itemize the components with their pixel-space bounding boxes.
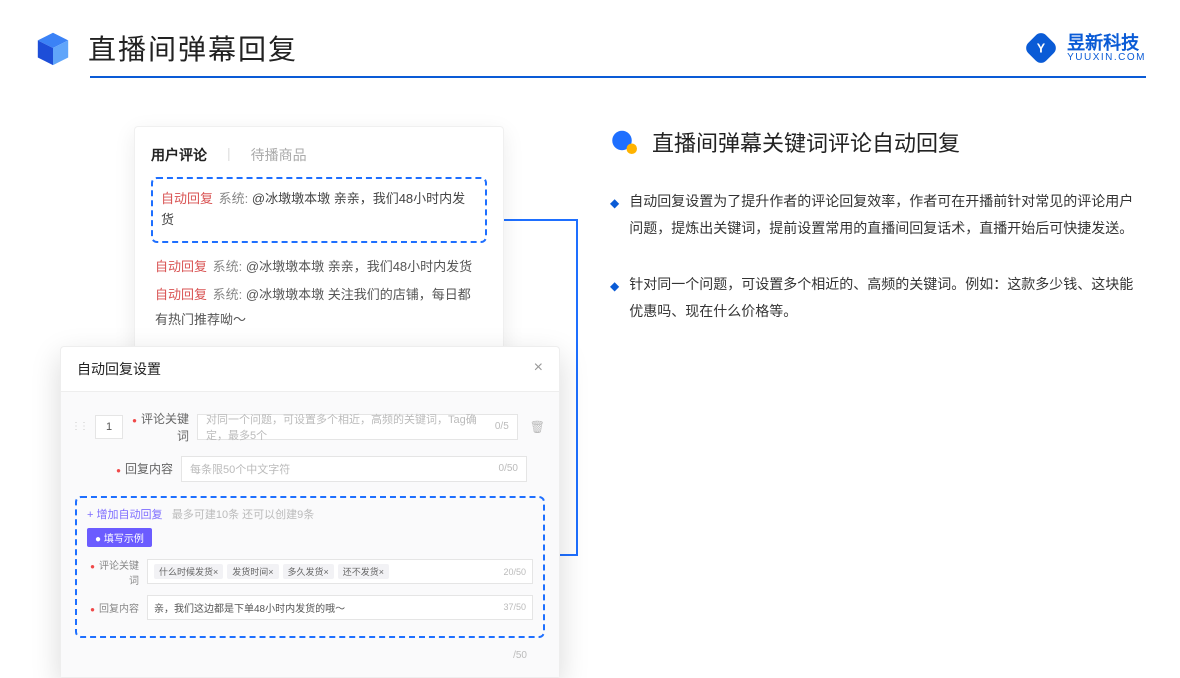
bullet-list: ◆ 自动回复设置为了提升作者的评论回复效率，作者可在开播前针对常见的评论用户问题… xyxy=(610,188,1146,324)
content-input[interactable]: 每条限50个中文字符 0/50 xyxy=(181,456,527,482)
comment-line-2: 自动回复 系统: @冰墩墩本墩 亲亲，我们48小时内发货 xyxy=(151,253,487,282)
keyword-row: ⋮⋮ 1 ●评论关键词 对同一个问题，可设置多个相近，高频的关键词，Tag确定，… xyxy=(71,404,549,450)
comment-text: @冰墩墩本墩 亲亲，我们48小时内发货 xyxy=(246,259,472,274)
diamond-icon: ◆ xyxy=(610,192,619,241)
ex-ct-label: ●回复内容 xyxy=(87,600,139,615)
keyword-tag[interactable]: 什么时候发货× xyxy=(154,564,223,579)
content-count: 0/50 xyxy=(499,463,518,474)
add-auto-reply-link[interactable]: + 增加自动回复 xyxy=(87,509,162,521)
trash-icon[interactable]: 🗑 xyxy=(526,420,549,434)
page-title: 直播间弹幕回复 xyxy=(88,28,298,68)
brand-group: Y 昱新科技 YUUXIN.COM xyxy=(1023,30,1146,66)
auto-reply-tag: 自动回复 xyxy=(155,287,207,302)
diamond-icon: ◆ xyxy=(610,275,619,324)
example-content-row: ●回复内容 亲，我们这边都是下单48小时内发货的哦～ 37/50 xyxy=(87,591,533,624)
comment-card: 用户评论 | 待播商品 自动回复 系统: @冰墩墩本墩 亲亲，我们48小时内发货… xyxy=(134,126,504,366)
brand-name: 昱新科技 xyxy=(1067,34,1146,52)
ex-ct-input[interactable]: 亲，我们这边都是下单48小时内发货的哦～ 37/50 xyxy=(147,595,533,620)
close-icon[interactable]: × xyxy=(534,359,543,379)
ex-ct-text: 亲，我们这边都是下单48小时内发货的哦～ xyxy=(154,600,345,615)
example-section: + 增加自动回复 最多可建10条 还可以创建9条 ● 填写示例 ●评论关键词 什… xyxy=(75,496,545,638)
brand-url: YUUXIN.COM xyxy=(1067,52,1146,63)
right-title: 直播间弹幕关键词评论自动回复 xyxy=(652,126,960,158)
system-tag: 系统: xyxy=(213,287,243,302)
ex-ct-count: 37/50 xyxy=(503,602,526,612)
modal-title: 自动回复设置 xyxy=(77,359,161,379)
content-label: ●回复内容 xyxy=(115,460,173,477)
keyword-count: 0/5 xyxy=(495,421,509,432)
content-row: ●回复内容 每条限50个中文字符 0/50 xyxy=(71,450,549,488)
comment-line-3: 自动回复 系统: @冰墩墩本墩 关注我们的店铺，每日都有热门推荐呦～ xyxy=(151,281,487,334)
bullet-text: 针对同一个问题，可设置多个相近的、高频的关键词。例如：这款多少钱、这块能优惠吗、… xyxy=(629,271,1146,324)
tab-divider: | xyxy=(227,145,231,165)
modal-header: 自动回复设置 × xyxy=(61,347,559,392)
svg-text:Y: Y xyxy=(1037,42,1046,56)
placeholder-text: 对同一个问题，可设置多个相近，高频的关键词，Tag确定，最多5个 xyxy=(206,411,495,443)
example-keyword-row: ●评论关键词 什么时候发货× 发货时间× 多久发货× 还不发货× 20/50 xyxy=(87,553,533,591)
drag-handle-icon[interactable]: ⋮⋮ xyxy=(71,421,87,432)
chat-bubble-icon xyxy=(610,127,640,157)
bullet-text: 自动回复设置为了提升作者的评论回复效率，作者可在开播前针对常见的评论用户问题，提… xyxy=(629,188,1146,241)
placeholder-text: 每条限50个中文字符 xyxy=(190,461,290,477)
example-pill: ● 填写示例 xyxy=(87,528,152,547)
trailing-count: /50 xyxy=(71,648,549,669)
content-area: 用户评论 | 待播商品 自动回复 系统: @冰墩墩本墩 亲亲，我们48小时内发货… xyxy=(0,78,1180,678)
highlighted-comment: 自动回复 系统: @冰墩墩本墩 亲亲，我们48小时内发货 xyxy=(151,177,487,243)
system-tag: 系统: xyxy=(219,191,249,206)
bullet-item: ◆ 针对同一个问题，可设置多个相近的、高频的关键词。例如：这款多少钱、这块能优惠… xyxy=(610,271,1146,324)
ex-kw-count: 20/50 xyxy=(503,567,526,577)
title-group: 直播间弹幕回复 xyxy=(34,28,298,68)
comment-tabs: 用户评论 | 待播商品 xyxy=(151,145,487,165)
keyword-input[interactable]: 对同一个问题，可设置多个相近，高频的关键词，Tag确定，最多5个 0/5 xyxy=(197,414,518,440)
left-column: 用户评论 | 待播商品 自动回复 系统: @冰墩墩本墩 亲亲，我们48小时内发货… xyxy=(60,126,580,678)
system-tag: 系统: xyxy=(213,259,243,274)
connector-line-vert xyxy=(576,219,578,554)
slide-header: 直播间弹幕回复 Y 昱新科技 YUUXIN.COM xyxy=(0,0,1180,76)
bullet-item: ◆ 自动回复设置为了提升作者的评论回复效率，作者可在开播前针对常见的评论用户问题… xyxy=(610,188,1146,241)
index-box: 1 xyxy=(95,415,123,439)
auto-reply-tag: 自动回复 xyxy=(155,259,207,274)
modal-body: ⋮⋮ 1 ●评论关键词 对同一个问题，可设置多个相近，高频的关键词，Tag确定，… xyxy=(61,392,559,677)
brand-text: 昱新科技 YUUXIN.COM xyxy=(1067,34,1146,63)
keyword-tag[interactable]: 还不发货× xyxy=(338,564,389,579)
right-column: 直播间弹幕关键词评论自动回复 ◆ 自动回复设置为了提升作者的评论回复效率，作者可… xyxy=(610,126,1146,678)
add-hint: 最多可建10条 还可以创建9条 xyxy=(172,509,314,521)
keyword-label: ●评论关键词 xyxy=(131,410,189,444)
ex-kw-label: ●评论关键词 xyxy=(87,557,139,587)
connector-line xyxy=(502,219,578,221)
tab-pending-goods[interactable]: 待播商品 xyxy=(251,145,307,165)
auto-reply-settings-modal: 自动回复设置 × ⋮⋮ 1 ●评论关键词 对同一个问题，可设置多个相近，高频的关… xyxy=(60,346,560,678)
auto-reply-tag: 自动回复 xyxy=(161,191,213,206)
brand-logo-icon: Y xyxy=(1023,30,1059,66)
ex-kw-input[interactable]: 什么时候发货× 发货时间× 多久发货× 还不发货× 20/50 xyxy=(147,559,533,584)
keyword-tag[interactable]: 多久发货× xyxy=(283,564,334,579)
keyword-tag[interactable]: 发货时间× xyxy=(227,564,278,579)
cube-icon xyxy=(34,29,72,67)
add-row: + 增加自动回复 最多可建10条 还可以创建9条 xyxy=(87,506,533,522)
right-heading: 直播间弹幕关键词评论自动回复 xyxy=(610,126,1146,158)
tab-user-comments[interactable]: 用户评论 xyxy=(151,145,207,165)
